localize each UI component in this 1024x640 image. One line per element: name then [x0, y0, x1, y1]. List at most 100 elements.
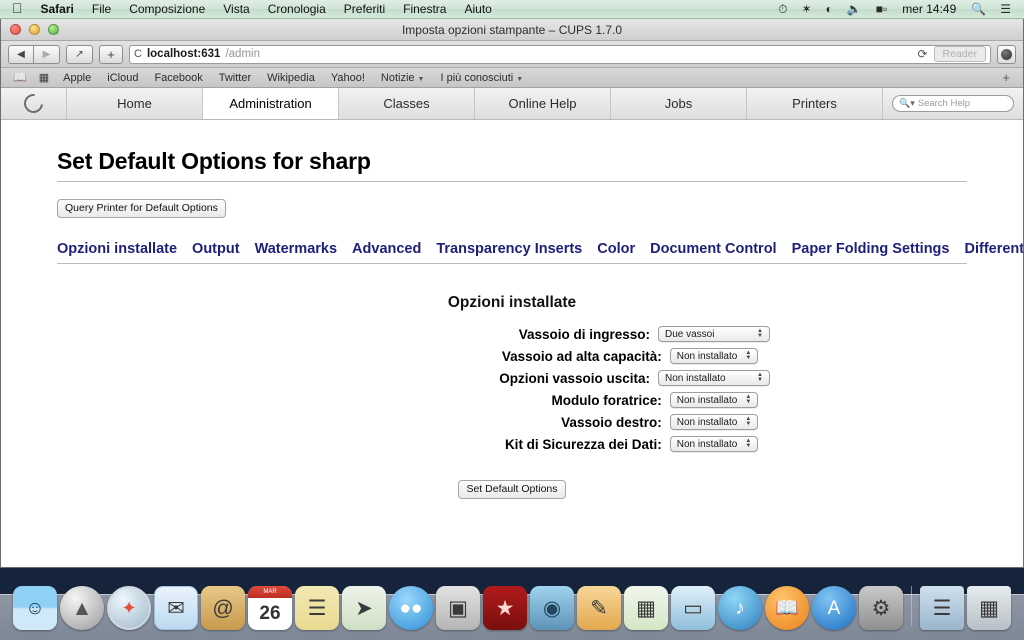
add-tab-button[interactable]: +: [995, 70, 1017, 85]
link-watermarks[interactable]: Watermarks: [255, 241, 337, 257]
menu-item-file[interactable]: File: [83, 2, 120, 16]
bookmark-twitter[interactable]: Twitter: [211, 72, 259, 84]
dock-item-pages[interactable]: ✎: [577, 586, 621, 630]
dock-item-downloads-stack[interactable]: ☰: [920, 586, 964, 630]
select-modulo-foratrice[interactable]: Non installato ▲ ▼: [669, 392, 759, 408]
dock-item-contacts[interactable]: @: [201, 586, 245, 630]
downloads-stack-icon: ☰: [932, 596, 952, 620]
bookmark-facebook[interactable]: Facebook: [146, 72, 210, 84]
battery-icon[interactable]: ■▫: [869, 2, 895, 16]
dock-item-keynote[interactable]: ▭: [671, 586, 715, 630]
dock-item-itunes[interactable]: ♪: [718, 586, 762, 630]
link-opzioni-installate[interactable]: Opzioni installate: [57, 241, 177, 257]
cups-logo[interactable]: [1, 88, 67, 119]
sidebar-toggle-icon[interactable]: 📖: [7, 71, 33, 84]
tab-administration[interactable]: Administration: [203, 88, 339, 119]
bookmark-wikipedia[interactable]: Wikipedia: [259, 72, 323, 84]
dock-item-messages[interactable]: ●●: [389, 586, 433, 630]
menu-item-composizione[interactable]: Composizione: [120, 2, 214, 16]
tab-home[interactable]: Home: [67, 88, 203, 119]
zoom-window-button[interactable]: [48, 24, 59, 35]
dock-item-safari[interactable]: ✦: [107, 586, 151, 630]
menu-item-finestra[interactable]: Finestra: [394, 2, 455, 16]
dock-item-trash[interactable]: ▦: [967, 586, 1011, 630]
link-output[interactable]: Output: [192, 241, 240, 257]
bookmark-yahoo[interactable]: Yahoo!: [323, 72, 373, 84]
dock-item-notes[interactable]: ☰: [295, 586, 339, 630]
dock-item-app-store[interactable]: A: [812, 586, 856, 630]
search-input[interactable]: 🔍▾ Search Help: [892, 95, 1014, 112]
minimize-window-button[interactable]: [29, 24, 40, 35]
map-icon: ➤: [355, 596, 373, 620]
select-kit-sicurezza-dati[interactable]: Non installato ▲ ▼: [669, 436, 759, 452]
bookmark-icloud[interactable]: iCloud: [99, 72, 146, 84]
dock-item-system-preferences[interactable]: ⚙: [859, 586, 903, 630]
link-paper-folding-settings[interactable]: Paper Folding Settings: [792, 241, 950, 257]
bookmark-folder-piu-conosciuti[interactable]: I più conosciuti ▼: [432, 72, 531, 84]
menu-bar-clock[interactable]: mer 14:49: [894, 2, 964, 16]
time-machine-icon[interactable]: ⏱: [771, 2, 794, 17]
link-advanced[interactable]: Advanced: [352, 241, 421, 257]
bookmark-folder-notizie[interactable]: Notizie ▼: [373, 72, 433, 84]
select-opzioni-vassoio-uscita[interactable]: Non installato ▲ ▼: [658, 370, 770, 386]
form-row: Kit di Sicurezza dei Dati: Non installat…: [57, 436, 967, 452]
dock-item-imovie[interactable]: ★: [483, 586, 527, 630]
notification-center-icon[interactable]: ☰: [993, 2, 1018, 16]
forward-button[interactable]: ▶: [34, 44, 60, 64]
link-color[interactable]: Color: [597, 241, 635, 257]
downloads-button[interactable]: [997, 44, 1016, 64]
select-vassoio-alta-capacita[interactable]: Non installato ▲ ▼: [669, 348, 759, 364]
navigation-buttons: ◀ ▶: [8, 44, 60, 64]
form-row: Vassoio ad alta capacità: Non installato…: [57, 348, 967, 364]
reader-button[interactable]: Reader: [933, 46, 986, 62]
select-value: Non installato: [676, 394, 738, 406]
menu-item-aiuto[interactable]: Aiuto: [455, 2, 500, 16]
menu-item-cronologia[interactable]: Cronologia: [259, 2, 335, 16]
select-value: Due vassoi: [665, 328, 715, 340]
tab-printers[interactable]: Printers: [747, 88, 883, 119]
apple-menu-icon[interactable]: : [6, 1, 32, 17]
page-favicon: C: [134, 48, 142, 60]
window-title-bar[interactable]: Imposta opzioni stampante – CUPS 1.7.0: [1, 19, 1023, 41]
dock-item-ibooks[interactable]: 📖: [765, 586, 809, 630]
dock-item-finder[interactable]: ☺: [13, 586, 57, 630]
film-star-icon: ★: [495, 596, 515, 620]
dock-item-numbers[interactable]: ▦: [624, 586, 668, 630]
close-window-button[interactable]: [10, 24, 21, 35]
bluetooth-icon[interactable]: ✶: [794, 2, 818, 16]
share-button[interactable]: ↗: [66, 44, 93, 64]
back-button[interactable]: ◀: [8, 44, 34, 64]
dock-item-maps[interactable]: ➤: [342, 586, 386, 630]
query-printer-defaults-button[interactable]: Query Printer for Default Options: [57, 199, 226, 218]
menu-item-preferiti[interactable]: Preferiti: [335, 2, 394, 16]
bookmark-apple[interactable]: Apple: [55, 72, 99, 84]
top-sites-icon[interactable]: ▦: [33, 71, 55, 84]
reload-icon[interactable]: ⟳: [917, 47, 927, 61]
menu-item-vista[interactable]: Vista: [214, 2, 258, 16]
window-title: Imposta opzioni stampante – CUPS 1.7.0: [401, 22, 623, 37]
link-document-control[interactable]: Document Control: [650, 241, 776, 257]
tab-classes[interactable]: Classes: [339, 88, 475, 119]
dock-item-launchpad[interactable]: ▲: [60, 586, 104, 630]
dock-item-iphoto[interactable]: ◉: [530, 586, 574, 630]
dock-item-calendar[interactable]: MAR 26: [248, 586, 292, 630]
spotlight-search-icon[interactable]: 🔍: [964, 2, 993, 16]
speech-bubble-icon: ●●: [399, 597, 423, 619]
video-camera-icon: ▣: [448, 596, 468, 620]
select-vassoio-destro[interactable]: Non installato ▲ ▼: [669, 414, 759, 430]
dock-item-mail[interactable]: ✉: [154, 586, 198, 630]
address-bar[interactable]: C localhost:631 /admin ⟳ Reader: [129, 44, 991, 64]
book-icon: 📖: [775, 597, 799, 619]
volume-icon[interactable]: 🔈: [840, 2, 869, 16]
new-tab-button[interactable]: +: [99, 44, 123, 64]
select-vassoio-di-ingresso[interactable]: Due vassoi ▲ ▼: [658, 326, 770, 342]
tab-online-help[interactable]: Online Help: [475, 88, 611, 119]
tab-jobs[interactable]: Jobs: [611, 88, 747, 119]
label-vassoio-alta-capacita: Vassoio ad alta capacità:: [501, 348, 662, 364]
set-default-options-button[interactable]: Set Default Options: [458, 480, 566, 499]
link-different-paper[interactable]: Different Paper: [964, 241, 1023, 257]
link-transparency-inserts[interactable]: Transparency Inserts: [436, 241, 582, 257]
menu-item-safari[interactable]: Safari: [32, 2, 83, 16]
wifi-icon[interactable]: ◐: [819, 2, 840, 16]
dock-item-facetime[interactable]: ▣: [436, 586, 480, 630]
